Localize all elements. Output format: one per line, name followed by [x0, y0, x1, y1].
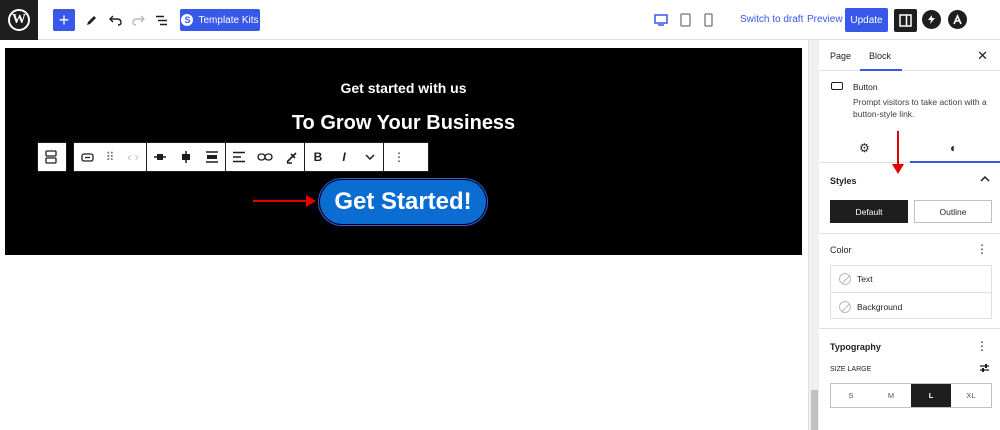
move-arrows-icon[interactable]: ‹ › [120, 143, 146, 171]
custom-size-sliders-icon[interactable] [979, 363, 990, 376]
typography-options-kebab-icon[interactable]: ⋮ [976, 340, 988, 352]
color-background-label: Background [857, 301, 903, 312]
size-option-l[interactable]: L [911, 384, 951, 407]
wordpress-logo-button[interactable]: W [0, 0, 38, 40]
chevron-up-icon[interactable] [980, 174, 990, 184]
template-kits-button[interactable]: S Template Kits [180, 9, 260, 31]
font-size-picker: S M L XL [830, 383, 992, 408]
size-option-s[interactable]: S [831, 384, 871, 407]
tab-block[interactable]: Block [869, 51, 891, 61]
block-name: Button [853, 82, 878, 92]
section-divider [819, 328, 1000, 329]
styles-contrast-icon[interactable]: ◐ [950, 141, 957, 155]
desktop-preview-icon[interactable] [653, 11, 669, 29]
button-block-icon [831, 82, 843, 90]
color-settings-box: Text Background [830, 265, 992, 319]
color-options-kebab-icon[interactable]: ⋮ [976, 243, 988, 255]
size-label-text: SIZE [830, 366, 846, 373]
preview-link[interactable]: Preview [807, 14, 843, 25]
block-settings-panel: Page Block ✕ Button Prompt visitors to t… [819, 40, 1000, 430]
template-kits-icon: S [181, 14, 194, 26]
settings-gear-icon[interactable]: ⚙ [859, 141, 870, 155]
settings-style-tabs: ⚙ ◐ [819, 135, 1000, 163]
style-outline-option[interactable]: Outline [914, 200, 992, 223]
tab-page[interactable]: Page [830, 51, 851, 61]
full-width-icon[interactable] [199, 143, 225, 171]
plugin-astra-icon[interactable] [948, 10, 967, 29]
link-icon[interactable] [252, 143, 278, 171]
plugin-bolt-icon[interactable] [922, 10, 941, 29]
color-heading: Color [830, 245, 852, 255]
template-kits-label: Template Kits [198, 14, 259, 26]
color-text-row[interactable]: Text [831, 266, 991, 293]
size-option-xl[interactable]: XL [951, 384, 991, 407]
sidebar-icon [899, 14, 912, 27]
editor-topbar: W + S Template Kits Switch to draft Prev… [0, 0, 1000, 40]
empty-swatch-icon [839, 273, 851, 285]
active-style-tab-indicator [910, 161, 1000, 163]
section-divider [819, 233, 1000, 234]
italic-button[interactable]: I [331, 143, 357, 171]
highlight-icon[interactable] [278, 143, 304, 171]
undo-icon[interactable] [106, 9, 124, 31]
button-block-icon[interactable] [74, 143, 100, 171]
close-icon[interactable]: ✕ [977, 48, 988, 64]
justify-center-icon[interactable] [173, 143, 199, 171]
scrollbar-thumb[interactable] [811, 390, 818, 430]
buttons-parent-icon[interactable] [38, 143, 64, 171]
settings-sidebar-toggle[interactable] [894, 9, 917, 32]
block-description: Prompt visitors to take action with a bu… [853, 97, 987, 119]
block-toolbar: ⠿ ‹ › B I ⋮ [73, 142, 429, 172]
wordpress-icon: W [8, 9, 30, 31]
canvas-scrollbar[interactable] [808, 40, 819, 430]
mobile-preview-icon[interactable] [700, 11, 716, 29]
style-default-option[interactable]: Default [830, 200, 908, 223]
annotation-arrow-down [892, 131, 904, 174]
options-kebab-icon[interactable]: ⋮ [384, 143, 414, 171]
empty-swatch-icon [839, 300, 851, 313]
size-option-m[interactable]: M [871, 384, 911, 407]
document-overview-icon[interactable] [152, 9, 170, 31]
add-block-button[interactable]: + [53, 9, 75, 31]
styles-heading[interactable]: Styles [830, 176, 857, 186]
typography-heading: Typography [830, 342, 881, 352]
get-started-button[interactable]: Get Started! [318, 178, 488, 226]
size-label: SIZE LARGE [830, 366, 871, 373]
redo-icon[interactable] [129, 9, 147, 31]
tablet-preview-icon[interactable] [677, 11, 693, 29]
edit-pencil-icon[interactable] [82, 9, 100, 31]
annotation-arrow-right [253, 195, 316, 207]
more-formatting-chevron-icon[interactable] [357, 143, 383, 171]
hero-subtitle[interactable]: Get started with us [5, 80, 802, 96]
align-left-icon[interactable] [226, 143, 252, 171]
size-value-text: LARGE [847, 366, 872, 373]
update-button[interactable]: Update [845, 8, 888, 32]
justify-left-icon[interactable] [147, 143, 173, 171]
panel-tabs: Page Block ✕ [819, 40, 1000, 71]
switch-to-draft-link[interactable]: Switch to draft [740, 14, 803, 25]
color-text-label: Text [857, 274, 873, 284]
block-parent-selector[interactable] [37, 142, 67, 172]
color-background-row[interactable]: Background [831, 293, 991, 320]
drag-handle-icon[interactable]: ⠿ [100, 143, 120, 171]
hero-title[interactable]: To Grow Your Business [5, 112, 802, 135]
bold-button[interactable]: B [305, 143, 331, 171]
